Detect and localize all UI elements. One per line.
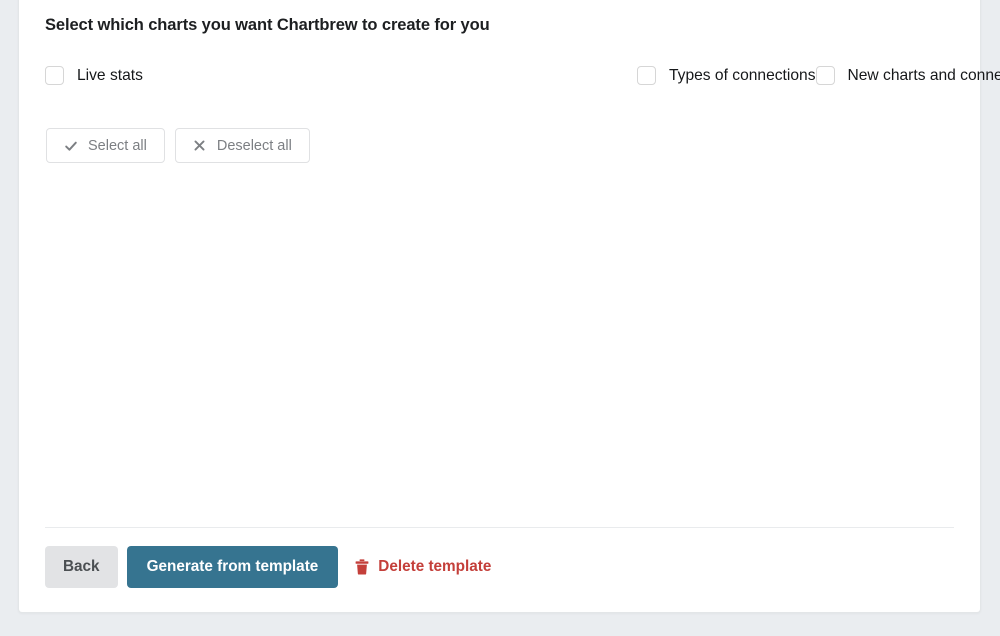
- select-actions: Select all Deselect all: [45, 128, 954, 163]
- chart-option-label: Types of connections: [669, 66, 816, 84]
- page-title: Select which charts you want Chartbrew t…: [45, 16, 490, 34]
- back-button[interactable]: Back: [45, 546, 118, 588]
- chart-option-label: Live stats: [77, 66, 143, 84]
- check-icon: [64, 139, 78, 153]
- chart-option-checkbox[interactable]: [637, 66, 656, 85]
- deselect-all-label: Deselect all: [216, 137, 292, 154]
- chart-option-row[interactable]: Live stats: [45, 49, 637, 102]
- footer-actions: Back Generate from template Delete templ…: [45, 546, 491, 588]
- chart-option-row[interactable]: Types of connections: [637, 49, 816, 102]
- footer-divider: [45, 527, 954, 528]
- delete-template-label: Delete template: [378, 558, 492, 575]
- deselect-all-button[interactable]: Deselect all: [174, 128, 310, 163]
- generate-from-template-button[interactable]: Generate from template: [126, 546, 339, 588]
- chart-options-grid: Live stats Types of connections New charts…: [45, 49, 1000, 102]
- chart-option-row[interactable]: New charts and connections: [815, 49, 1000, 102]
- chart-option-checkbox[interactable]: [815, 66, 835, 85]
- chart-option-checkbox[interactable]: [45, 66, 64, 85]
- chart-option-label: New charts and connections: [847, 66, 1000, 84]
- card-body: Select which charts you want Chartbrew t…: [19, 0, 1000, 612]
- close-icon: [193, 139, 207, 153]
- trash-icon: [355, 559, 369, 575]
- select-all-button[interactable]: Select all: [46, 128, 165, 163]
- template-charts-card: Select which charts you want Chartbrew t…: [18, 0, 1000, 613]
- delete-template-button[interactable]: Delete template: [355, 558, 491, 576]
- select-all-label: Select all: [88, 137, 147, 154]
